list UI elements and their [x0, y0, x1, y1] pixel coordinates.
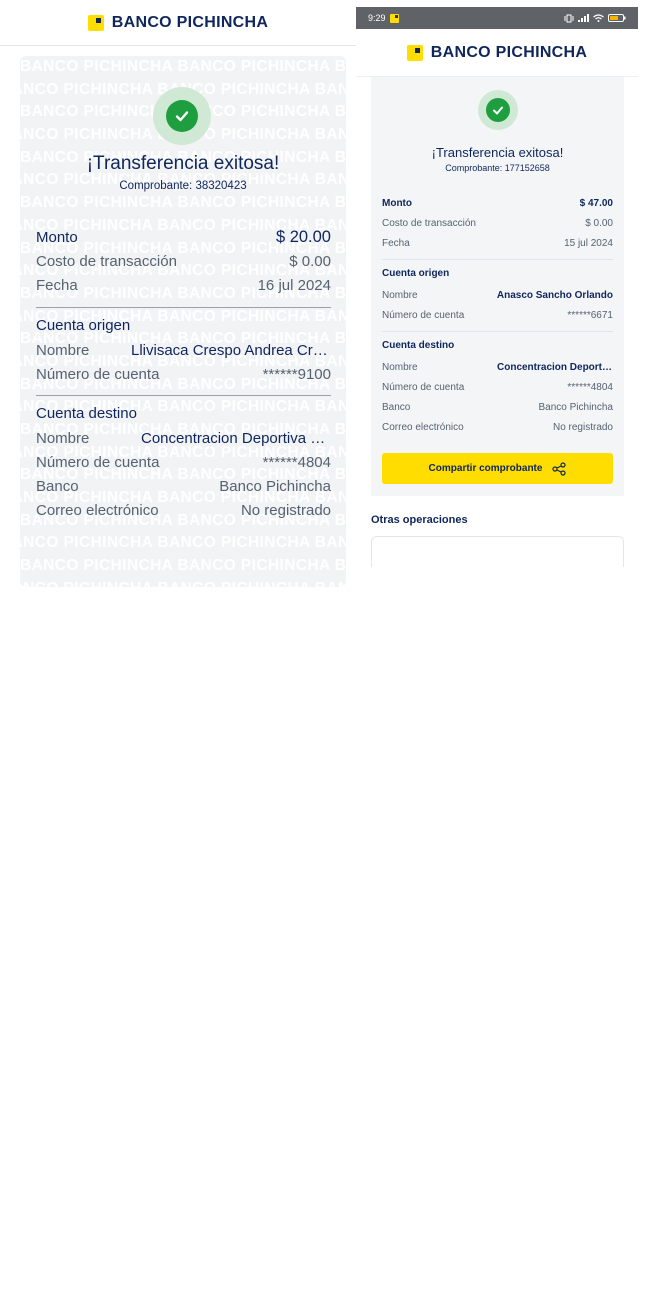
destination-email-value: No registrado [240, 501, 331, 519]
success-icon [478, 90, 518, 130]
destination-bank-label: Banco [36, 477, 79, 495]
destination-email-label: Correo electrónico [36, 501, 159, 519]
destination-name-label: Nombre [36, 429, 90, 447]
origin-account-row: Número de cuenta ******9100 [36, 363, 331, 385]
vibrate-icon [564, 14, 574, 22]
date-value: 15 jul 2024 [564, 237, 613, 249]
destination-name-row: Nombre Concentracion Deportiva de Pichin… [36, 427, 331, 449]
bank-logo-text: BANCO PICHINCHA [430, 43, 588, 61]
origin-account-value: ******9100 [262, 365, 331, 383]
destination-account-value: ******4804 [567, 381, 613, 393]
receipt-card: BANCO PICHINCHA BANCO PICHINCHA BANCO PI… [20, 56, 346, 587]
origin-name-value: Anasco Sancho Orlando [496, 289, 613, 301]
date-label: Fecha [36, 276, 78, 294]
other-operations-title: Otras operaciones [371, 514, 468, 526]
origin-name-value: Llivisaca Crespo Andrea Cristina [131, 341, 331, 359]
right-phone-screen: 9:29 BANCO PICHINCHA ¡Transferencia exit… [356, 7, 638, 567]
date-label: Fecha [382, 237, 410, 249]
destination-account-label: Número de cuenta [382, 381, 465, 393]
amount-value: $ 20.00 [275, 227, 331, 246]
destination-email-row: Correo electrónico No registrado [36, 499, 331, 521]
destination-account-value: ******4804 [262, 453, 331, 471]
destination-section-title: Cuenta destino [382, 340, 455, 351]
success-title: ¡Transferencia exitosa! [431, 145, 564, 160]
fee-label: Costo de transacción [36, 252, 177, 270]
success-icon [153, 87, 211, 145]
divider [382, 331, 613, 332]
destination-name-value: Concentracion Deportiva de Pichincha [141, 429, 331, 447]
origin-section-title: Cuenta origen [382, 268, 450, 279]
destination-name-label: Nombre [382, 361, 418, 373]
watermark-row: BANCO PICHINCHA BANCO PICHINCHA BANCO PI… [20, 557, 346, 575]
destination-bank-label: Banco [382, 401, 411, 413]
bank-logo-text: BANCO PICHINCHA [111, 13, 269, 31]
other-operations-card[interactable] [371, 536, 624, 567]
destination-section-title: Cuenta destino [36, 405, 137, 422]
divider [36, 307, 331, 308]
fee-label: Costo de transacción [382, 217, 476, 229]
watermark-row: BANCO PICHINCHA BANCO PICHINCHA BANCO PI… [20, 58, 346, 75]
destination-name-value: Concentracion Deportiva de Pichincha [497, 361, 613, 373]
watermark-row: BANCO PICHINCHA BANCO PICHINCHA BANCO PI… [20, 194, 346, 212]
amount-label: Monto [36, 228, 78, 246]
destination-bank-row: Banco Banco Pichincha [36, 475, 331, 497]
origin-name-row: Nombre Llivisaca Crespo Andrea Cristina [36, 339, 331, 361]
left-receipt-screen: BANCO PICHINCHA BANCO PICHINCHA BANCO PI… [0, 0, 356, 600]
share-receipt-button[interactable]: Compartir comprobante [382, 453, 613, 484]
origin-account-value: ******6671 [567, 309, 613, 321]
origin-section-title: Cuenta origen [36, 317, 131, 334]
app-header: BANCO PICHINCHA [356, 29, 638, 77]
left-header: BANCO PICHINCHA [0, 0, 356, 46]
destination-bank-value: Banco Pichincha [219, 477, 331, 495]
destination-email-row: Correo electrónico No registrado [382, 420, 613, 434]
origin-name-label: Nombre [382, 289, 418, 301]
divider [36, 395, 331, 396]
receipt-number: Comprobante: 38320423 [119, 180, 247, 192]
wifi-icon [593, 14, 604, 22]
receipt-card: ¡Transferencia exitosa! Comprobante: 177… [371, 77, 624, 496]
amount-value: $ 47.00 [579, 197, 613, 209]
date-row: Fecha 16 jul 2024 [36, 274, 331, 296]
destination-email-value: No registrado [552, 421, 613, 433]
destination-account-row: Número de cuenta ******4804 [36, 451, 331, 473]
destination-name-row: Nombre Concentracion Deportiva de Pichin… [382, 360, 613, 374]
fee-value: $ 0.00 [585, 217, 613, 229]
date-value: 16 jul 2024 [257, 276, 331, 294]
origin-account-row: Número de cuenta ******6671 [382, 308, 613, 322]
bank-logo-icon [406, 44, 423, 61]
fee-value: $ 0.00 [289, 252, 331, 270]
amount-row: Monto $ 47.00 [382, 196, 613, 210]
date-row: Fecha 15 jul 2024 [382, 236, 613, 250]
bank-logo-icon [87, 14, 104, 31]
divider [382, 259, 613, 260]
watermark-row: BANCO PICHINCHA BANCO PICHINCHA BANCO PI… [20, 578, 346, 587]
success-title: ¡Transferencia exitosa! [86, 153, 280, 174]
app-notification-icon [389, 13, 399, 23]
destination-account-label: Número de cuenta [36, 453, 160, 471]
fee-row: Costo de transacción $ 0.00 [36, 250, 331, 272]
destination-bank-row: Banco Banco Pichincha [382, 400, 613, 414]
status-bar: 9:29 [356, 7, 638, 29]
fee-row: Costo de transacción $ 0.00 [382, 216, 613, 230]
share-icon [552, 461, 567, 476]
destination-account-row: Número de cuenta ******4804 [382, 380, 613, 394]
origin-account-label: Número de cuenta [382, 309, 465, 321]
origin-account-label: Número de cuenta [36, 365, 160, 383]
amount-row: Monto $ 20.00 [36, 226, 331, 248]
destination-email-label: Correo electrónico [382, 421, 464, 433]
origin-name-label: Nombre [36, 341, 90, 359]
watermark-row: BANCO PICHINCHA BANCO PICHINCHA BANCO PI… [20, 534, 346, 552]
destination-bank-value: Banco Pichincha [538, 401, 614, 413]
battery-icon [608, 14, 626, 22]
status-time: 9:29 [368, 13, 386, 23]
share-receipt-label: Compartir comprobante [428, 463, 543, 474]
amount-label: Monto [382, 197, 412, 209]
receipt-number: Comprobante: 177152658 [445, 163, 550, 173]
signal-icon [578, 14, 589, 22]
origin-name-row: Nombre Anasco Sancho Orlando [382, 288, 613, 302]
